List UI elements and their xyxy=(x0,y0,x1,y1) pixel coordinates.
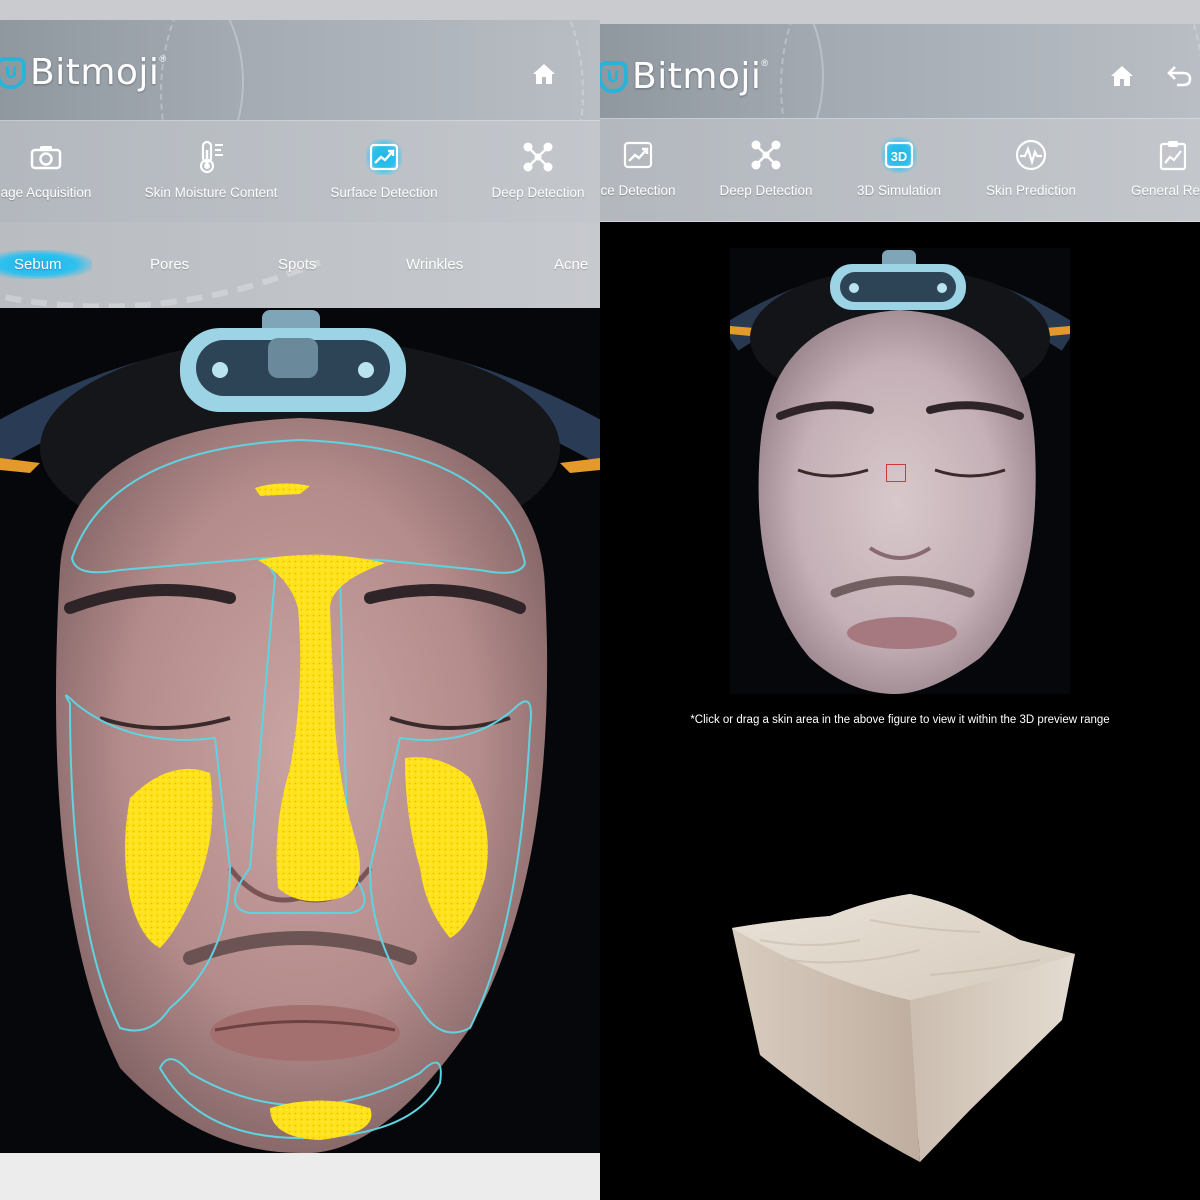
3d-skin-preview[interactable] xyxy=(720,880,1080,1180)
tool-surface-detection[interactable]: ce Detection xyxy=(600,119,678,221)
camera-icon xyxy=(28,139,64,175)
app-header: U Bitmoji ® xyxy=(0,20,600,120)
tool-label: Deep Detection xyxy=(719,183,813,198)
subtab-sebum[interactable]: Sebum xyxy=(0,250,92,279)
back-icon[interactable] xyxy=(1164,60,1196,92)
thermometer-icon xyxy=(193,139,229,175)
brand-registered-mark: ® xyxy=(159,54,167,64)
molecule-icon xyxy=(520,139,556,175)
bitmoji-logo: U Bitmoji ® xyxy=(0,52,166,93)
subtab-acne[interactable]: Acne xyxy=(554,256,588,273)
subtab-wrinkles[interactable]: Wrinkles xyxy=(406,256,463,273)
home-icon[interactable] xyxy=(1106,60,1138,92)
left-screen: U Bitmoji ® age Acquisition Skin Moistur… xyxy=(0,0,600,1200)
tool-skin-moisture[interactable]: Skin Moisture Content xyxy=(138,121,284,223)
svg-text:3D: 3D xyxy=(891,149,908,164)
brand-name: Bitmoji xyxy=(30,52,160,93)
trend-chart-icon xyxy=(366,139,402,175)
tool-image-acquisition[interactable]: age Acquisition xyxy=(0,121,100,223)
logo-badge-icon: U xyxy=(600,60,628,93)
function-toolbar: ce Detection Deep Detection 3D 3D Simula… xyxy=(600,118,1200,222)
face-preview-image[interactable] xyxy=(730,248,1070,694)
subtab-spots[interactable]: Spots xyxy=(278,256,316,273)
brand-name: Bitmoji xyxy=(632,56,762,97)
tool-deep-detection[interactable]: Deep Detection xyxy=(712,119,820,221)
tool-deep-detection[interactable]: Deep Detection xyxy=(484,121,592,223)
tool-label: Skin Moisture Content xyxy=(144,185,278,200)
tool-skin-prediction[interactable]: Skin Prediction xyxy=(980,119,1082,221)
pulse-icon xyxy=(1013,137,1049,173)
app-header: U Bitmoji ® xyxy=(600,24,1200,118)
tool-label: General Repo xyxy=(1130,183,1200,198)
selected-area-box[interactable] xyxy=(886,464,906,482)
3d-preview-instruction: *Click or drag a skin area in the above … xyxy=(690,714,1110,726)
home-icon[interactable] xyxy=(528,58,560,90)
tool-label: Deep Detection xyxy=(491,185,585,200)
top-strip xyxy=(600,0,1200,24)
face-scan-image[interactable] xyxy=(0,308,600,1153)
report-clipboard-icon xyxy=(1155,137,1191,173)
function-toolbar: age Acquisition Skin Moisture Content Su… xyxy=(0,120,600,224)
top-strip xyxy=(0,0,600,20)
tool-general-report[interactable]: General Repo xyxy=(1118,119,1200,221)
molecule-icon xyxy=(748,137,784,173)
analysis-subtabs: Sebum Pores Spots Wrinkles Acne xyxy=(0,222,600,308)
subtab-pores[interactable]: Pores xyxy=(150,256,189,273)
tool-label: 3D Simulation xyxy=(856,183,942,198)
right-screen: U Bitmoji ® ce Detection Deep Detection … xyxy=(600,0,1200,1200)
tool-label: age Acquisition xyxy=(0,185,92,200)
tool-label: ce Detection xyxy=(600,183,676,198)
tool-surface-detection[interactable]: Surface Detection xyxy=(318,121,450,223)
tool-label: Surface Detection xyxy=(330,185,438,200)
logo-badge-icon: U xyxy=(0,56,26,89)
tool-label: Skin Prediction xyxy=(985,183,1077,198)
bitmoji-logo: U Bitmoji ® xyxy=(600,56,768,97)
footer-bar xyxy=(0,1153,600,1200)
tool-3d-simulation[interactable]: 3D 3D Simulation xyxy=(850,119,948,221)
trend-chart-icon xyxy=(620,137,656,173)
3d-icon: 3D xyxy=(881,137,917,173)
brand-registered-mark: ® xyxy=(761,58,769,68)
